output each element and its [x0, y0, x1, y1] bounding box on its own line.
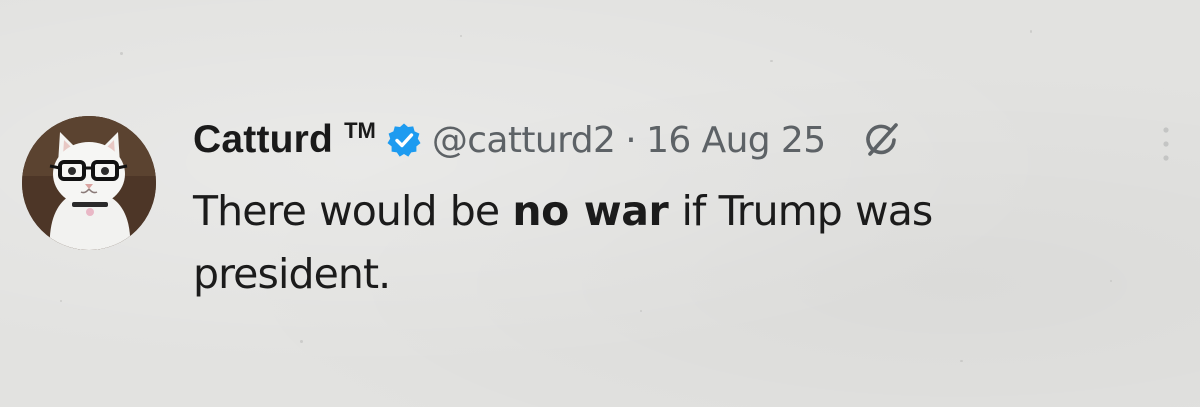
tweet-card[interactable]: Catturd TM @catturd2 · 16 Aug 25 There w…	[0, 0, 1200, 407]
avatar[interactable]	[22, 116, 156, 250]
tweet-date[interactable]: 16 Aug 25	[646, 120, 826, 161]
tweet-text: There would be no war if Trump was presi…	[193, 180, 1073, 306]
author-handle[interactable]: @catturd2	[432, 120, 616, 161]
tweet-text-bold: no war	[512, 187, 669, 235]
more-options-icon[interactable]	[1159, 122, 1173, 166]
display-name[interactable]: Catturd	[193, 118, 333, 162]
verified-badge-icon[interactable]	[386, 122, 422, 158]
meta-separator: ·	[625, 119, 637, 161]
tweet-header: Catturd TM @catturd2 · 16 Aug 25	[193, 110, 904, 170]
tweet-text-part: There would be	[193, 187, 513, 235]
cat-with-glasses-avatar	[22, 116, 156, 250]
grok-icon[interactable]	[860, 118, 904, 162]
trademark-mark: TM	[344, 118, 376, 143]
